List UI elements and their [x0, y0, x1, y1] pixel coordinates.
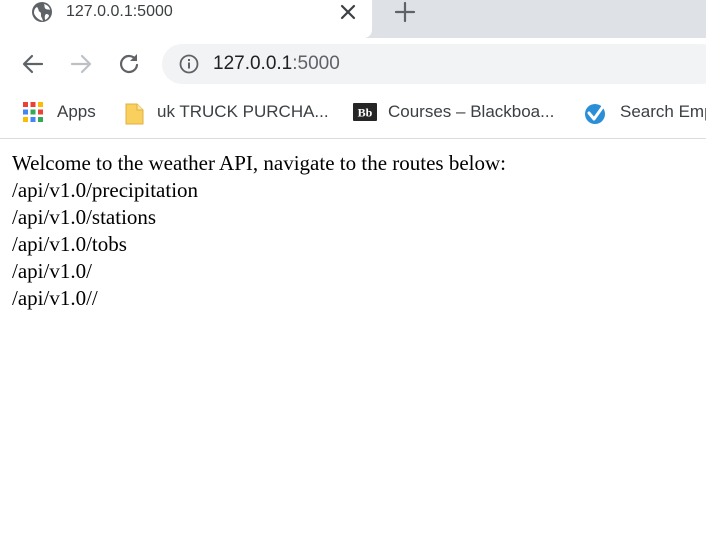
tab-title: 127.0.0.1:5000 [66, 3, 173, 20]
globe-icon [31, 1, 53, 23]
route-start: /api/v1.0/ [12, 259, 92, 283]
url-text[interactable]: 127.0.0.1:5000 [213, 52, 340, 76]
bookmark-search-emp[interactable]: Search Emp [583, 101, 706, 125]
url-port: :5000 [292, 53, 340, 74]
tab-active[interactable]: 127.0.0.1:5000 [0, 0, 372, 38]
bookmark-label: Search Emp [620, 102, 706, 121]
blackboard-icon: Bb [353, 103, 377, 125]
route-stations: /api/v1.0/stations [12, 205, 157, 229]
apps-grid-icon [22, 101, 44, 123]
checkmark-badge-icon [583, 101, 607, 125]
welcome-text: Welcome to the weather API, navigate to … [12, 151, 506, 175]
svg-text:Bb: Bb [358, 106, 373, 120]
bookmark-label: Apps [57, 102, 96, 121]
route-start-end: /api/v1.0// [12, 286, 98, 310]
route-precipitation: /api/v1.0/precipitation [12, 178, 199, 202]
tab-strip: 127.0.0.1:5000 [0, 0, 706, 38]
bookmark-uk-truck[interactable]: uk TRUCK PURCHA... [124, 101, 329, 125]
bookmark-label: uk TRUCK PURCHA... [157, 102, 329, 121]
route-tobs: /api/v1.0/tobs [12, 232, 127, 256]
url-host: 127.0.0.1 [213, 53, 293, 74]
page-content: Welcome to the weather API, navigate to … [12, 150, 506, 312]
bookmark-label: Courses – Blackboa... [388, 102, 555, 121]
reload-icon[interactable] [116, 51, 142, 77]
address-bar[interactable]: 127.0.0.1:5000 [162, 44, 706, 84]
folder-icon [124, 101, 146, 125]
back-arrow-icon[interactable] [20, 51, 46, 77]
toolbar: 127.0.0.1:5000 [0, 38, 706, 90]
new-tab-plus-icon[interactable] [393, 0, 417, 24]
bookmarks-bar: Apps uk TRUCK PURCHA... Bb Courses – Bla… [0, 90, 706, 139]
bookmark-blackboard[interactable]: Bb Courses – Blackboa... [353, 101, 563, 125]
close-tab-icon[interactable] [337, 1, 359, 23]
forward-arrow-icon[interactable] [68, 51, 94, 77]
info-icon[interactable] [179, 54, 199, 74]
bookmark-apps[interactable]: Apps [22, 101, 102, 125]
